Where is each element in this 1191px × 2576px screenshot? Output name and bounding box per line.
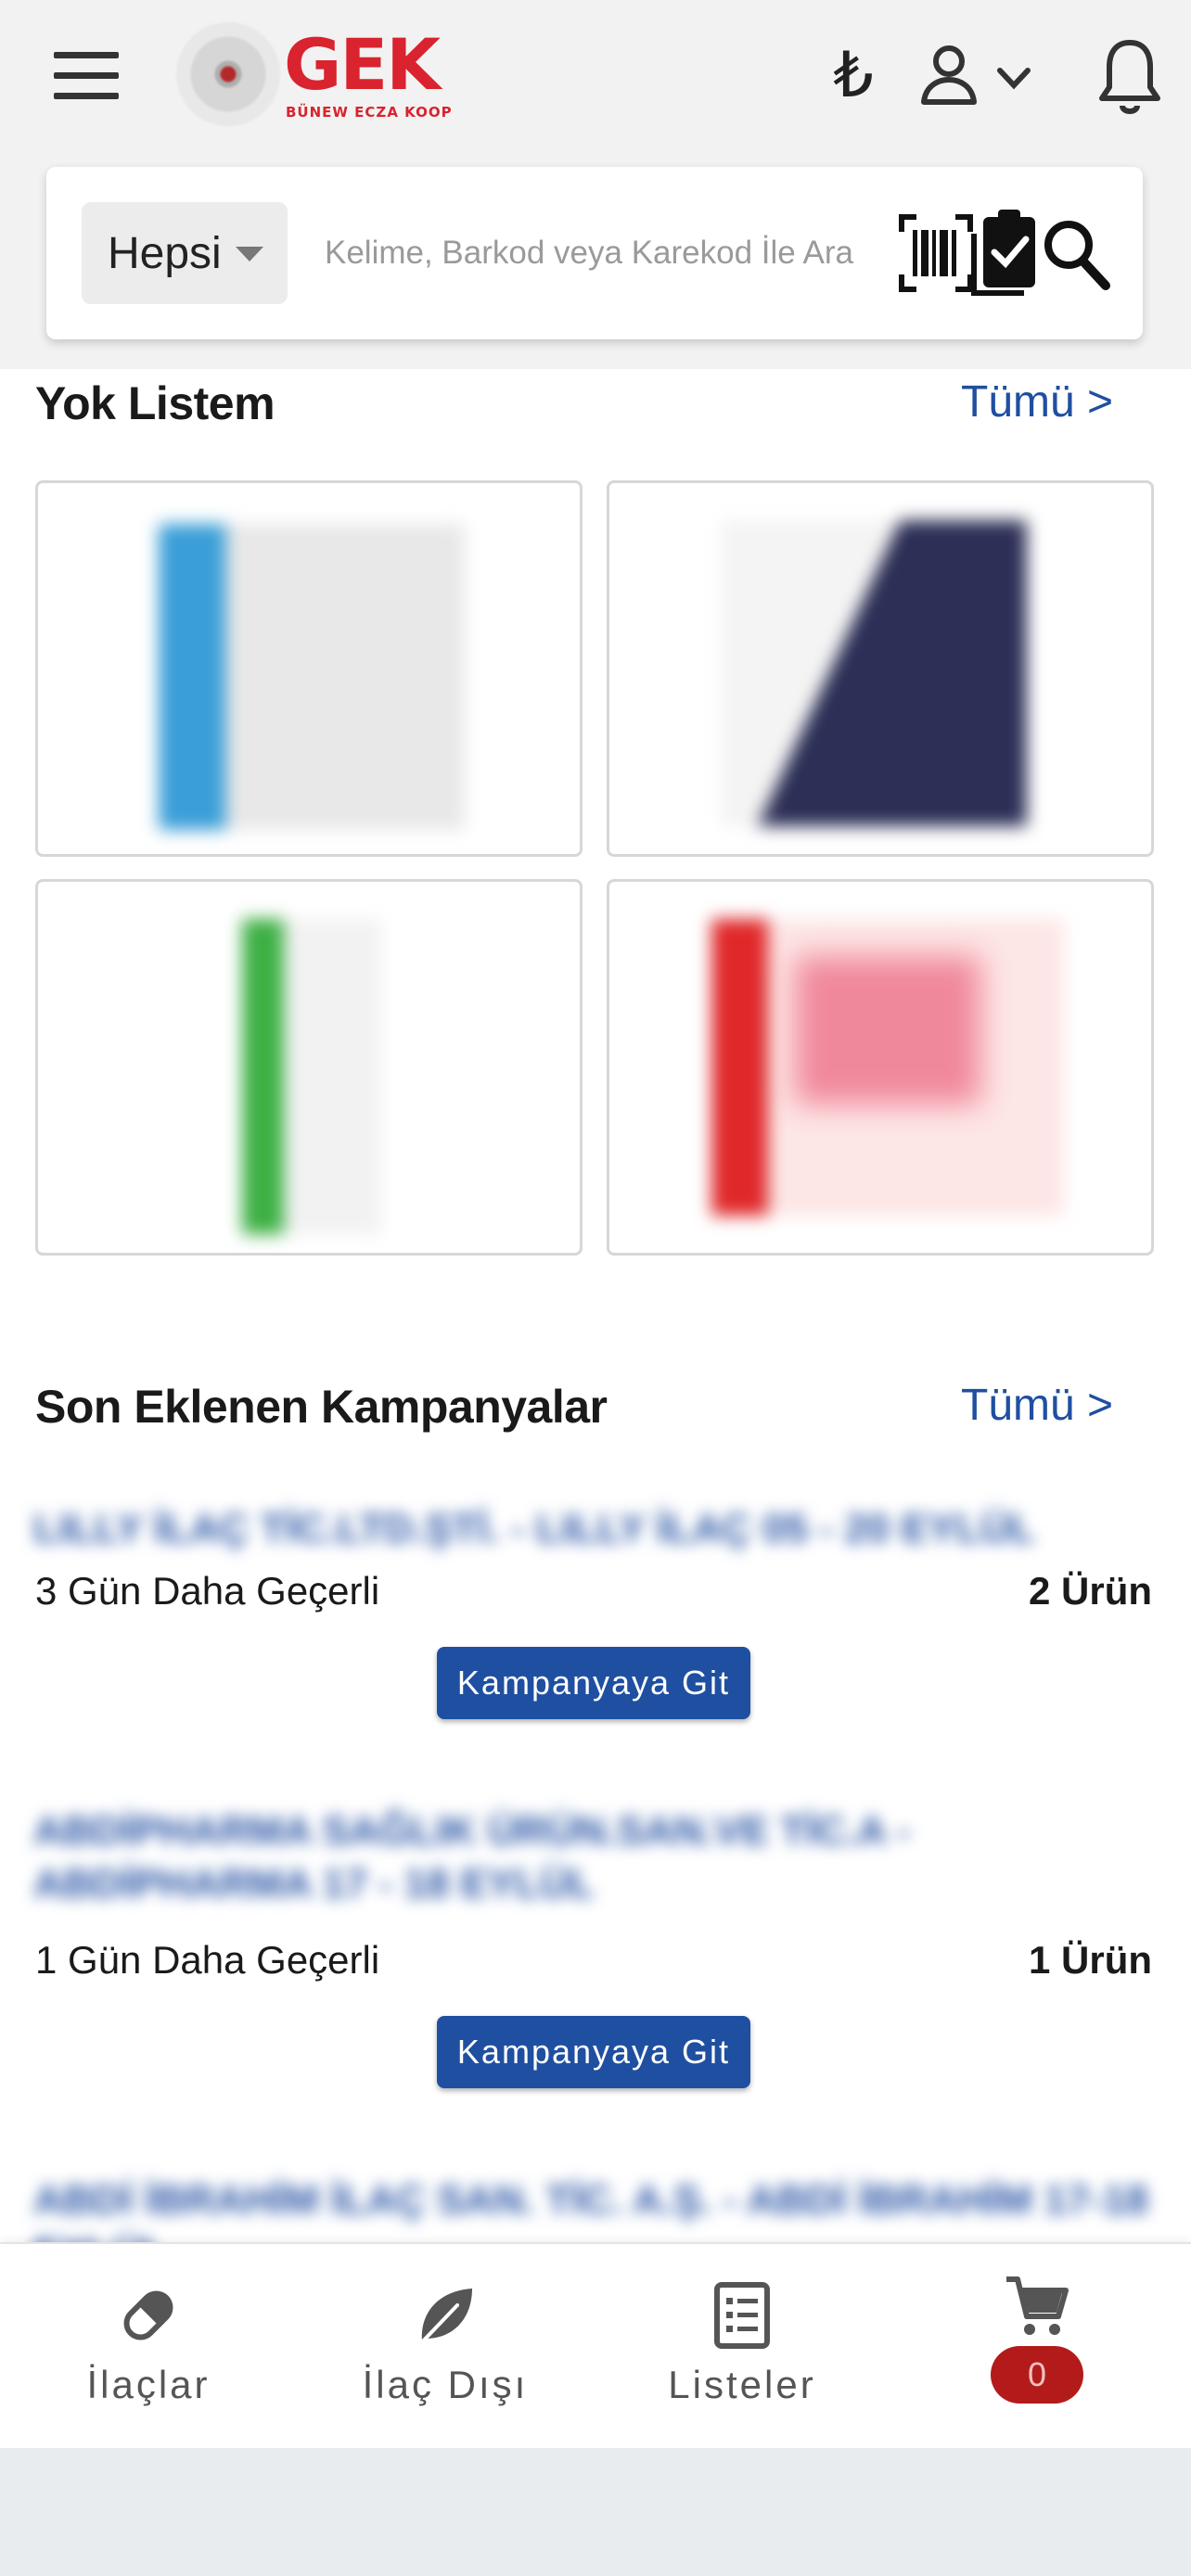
search-input[interactable] xyxy=(325,202,900,304)
bell-icon xyxy=(1099,40,1160,114)
bottom-navigation: İlaçlar İlaç Dışı Listeler 0 xyxy=(0,2242,1191,2448)
product-card[interactable] xyxy=(35,480,583,857)
campaign-name[interactable]: LILLY İLAÇ TİC.LTD.ŞTİ. - LILLY İLAÇ 05 … xyxy=(33,1502,1156,1555)
product-image xyxy=(242,919,381,1234)
search-filter-dropdown[interactable]: Hepsi xyxy=(82,202,288,304)
cart-count-badge: 0 xyxy=(991,2346,1083,2404)
yok-listem-title: Yok Listem xyxy=(35,377,275,429)
product-card[interactable] xyxy=(607,879,1154,1256)
product-image xyxy=(721,520,1027,826)
logo-globe-icon xyxy=(176,22,280,126)
product-card[interactable] xyxy=(607,480,1154,857)
nav-item-ilac-disi[interactable]: İlaç Dışı xyxy=(334,2281,557,2420)
main-content: Yok Listem Tümü > Son Eklenen Kampanyala… xyxy=(0,369,1191,2242)
app-header: GEK BÜNEW ECZA KOOP ₺ Hepsi xyxy=(0,0,1191,369)
search-bar: Hepsi xyxy=(46,167,1143,339)
nav-item-ilaclar[interactable]: İlaçlar xyxy=(37,2281,260,2420)
lira-icon: ₺ xyxy=(833,39,874,112)
campaign-product-count: 2 Ürün xyxy=(1028,1569,1152,1613)
nav-item-cart[interactable]: 0 xyxy=(926,2272,1148,2411)
nav-label: İlaçlar xyxy=(86,2363,211,2406)
product-image-detail xyxy=(795,956,980,1104)
leaf-icon xyxy=(416,2289,472,2348)
caret-down-icon xyxy=(236,247,263,261)
system-bottom-area xyxy=(0,2448,1191,2576)
menu-icon xyxy=(54,52,119,99)
campaign-name[interactable]: ABDİPHARMA SAĞLIK ÜRÜN.SAN.VE TİC.A - AB… xyxy=(33,1804,1156,1910)
nav-item-listeler[interactable]: Listeler xyxy=(631,2281,853,2420)
nav-label: Listeler xyxy=(668,2363,816,2406)
campaigns-title: Son Eklenen Kampanyalar xyxy=(35,1381,608,1433)
prescription-check-button[interactable] xyxy=(970,208,1041,297)
product-card[interactable] xyxy=(35,879,583,1256)
search-icon xyxy=(1044,221,1110,290)
search-filter-label: Hepsi xyxy=(108,228,222,278)
hamburger-menu-button[interactable] xyxy=(50,45,122,108)
campaign-validity: 3 Gün Daha Geçerli xyxy=(35,1569,380,1613)
campaign-validity: 1 Gün Daha Geçerli xyxy=(35,1938,380,1982)
campaign-name[interactable]: ABDİ İBRAHİM İLAÇ SAN. TİC. A.Ş. - ABDİ … xyxy=(33,2174,1156,2242)
account-menu-button[interactable] xyxy=(916,41,1037,111)
user-icon xyxy=(921,45,977,105)
nav-label: İlaç Dışı xyxy=(362,2363,529,2406)
logo-wordmark: GEK xyxy=(284,23,441,106)
go-to-campaign-button[interactable]: Kampanyaya Git xyxy=(437,2016,750,2088)
clipboard-check-icon xyxy=(971,210,1035,296)
gek-logo[interactable]: GEK BÜNEW ECZA KOOP xyxy=(176,19,482,139)
go-to-campaign-button[interactable]: Kampanyaya Git xyxy=(437,1647,750,1719)
search-button[interactable] xyxy=(1041,215,1111,291)
barcode-scan-icon xyxy=(899,214,973,292)
pill-icon xyxy=(123,2290,173,2340)
notifications-button[interactable] xyxy=(1095,35,1165,119)
campaign-product-count: 1 Ürün xyxy=(1028,1938,1152,1982)
campaigns-see-all-link[interactable]: Tümü > xyxy=(961,1380,1113,1431)
barcode-scan-button[interactable] xyxy=(898,211,974,295)
chevron-down-icon xyxy=(997,68,1031,90)
product-image xyxy=(159,524,465,830)
logo-subtext: BÜNEW ECZA KOOP xyxy=(286,104,453,121)
yok-listem-see-all-link[interactable]: Tümü > xyxy=(961,376,1113,427)
currency-button[interactable]: ₺ xyxy=(826,41,881,111)
list-icon xyxy=(714,2282,770,2349)
cart-icon xyxy=(1006,2276,1069,2335)
